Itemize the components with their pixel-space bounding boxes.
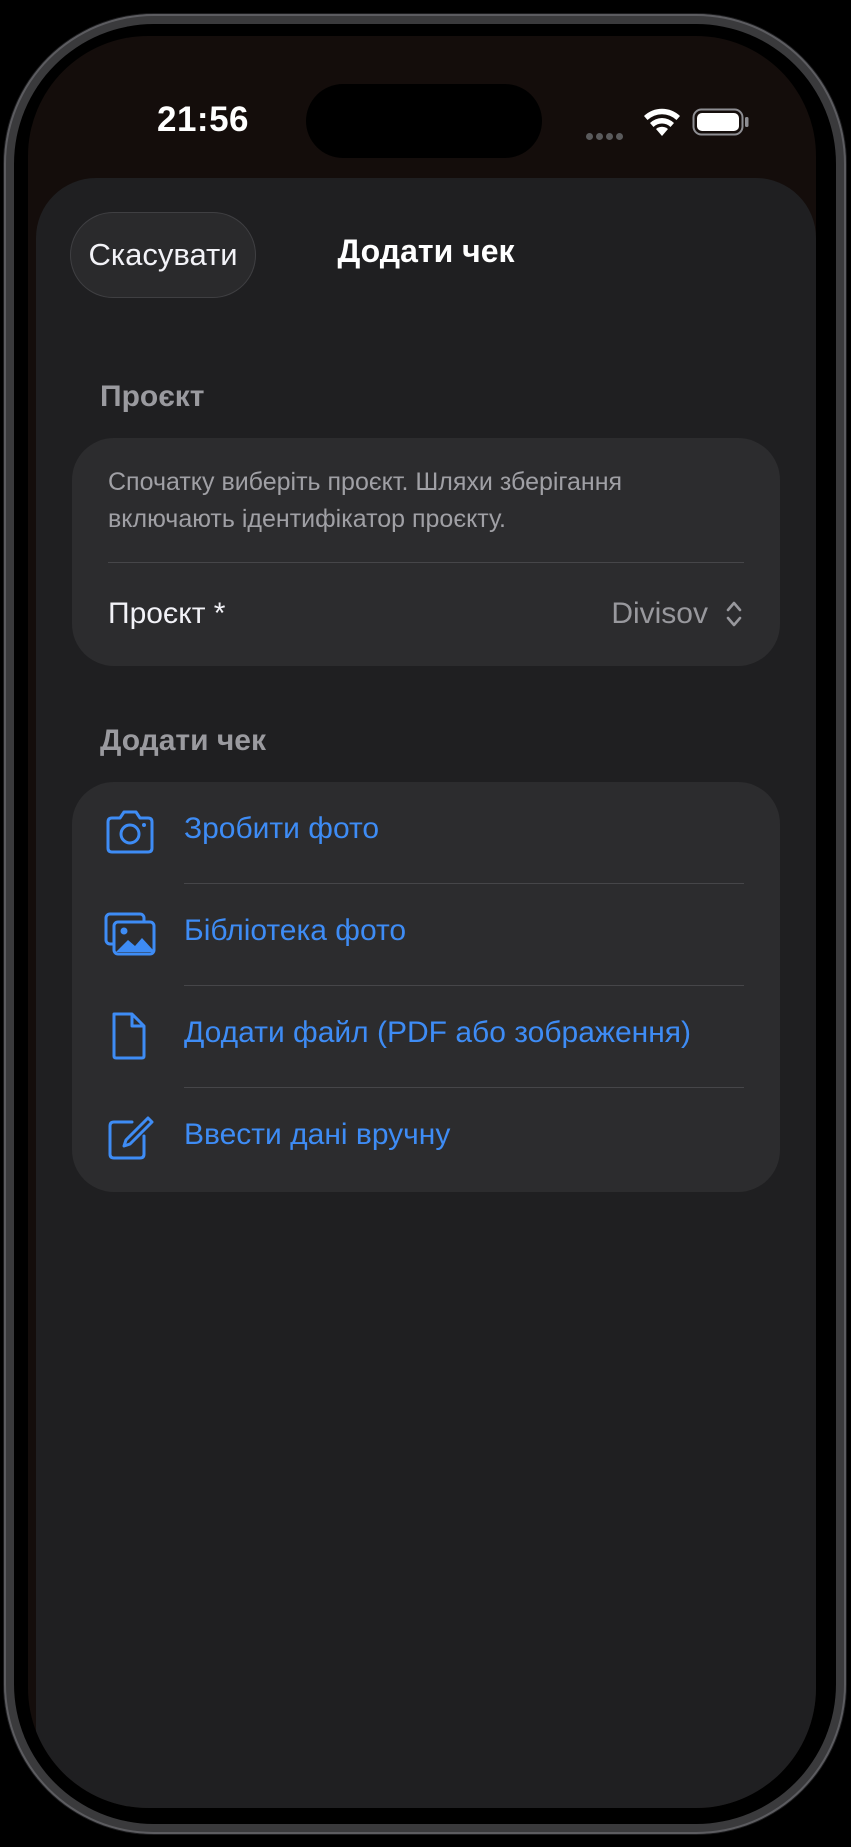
project-section-header: Проєкт	[100, 380, 205, 413]
camera-icon	[106, 810, 154, 854]
manual-entry-label: Ввести дані вручну	[184, 1118, 451, 1151]
photo-library-button[interactable]: Бібліотека фото	[72, 884, 780, 986]
take-photo-label: Зробити фото	[184, 812, 380, 845]
status-time: 21:56	[156, 100, 250, 139]
screen: 21:56 Скасувати Додати чек Проєкт Спочат…	[28, 36, 816, 1808]
project-field-value[interactable]: Divisov	[611, 597, 708, 631]
project-field-label: Проєкт *	[108, 597, 226, 630]
receipt-section-header: Додати чек	[100, 724, 266, 757]
cancel-button[interactable]: Скасувати	[70, 212, 256, 298]
photo-library-label: Бібліотека фото	[184, 914, 407, 947]
add-file-button[interactable]: Додати файл (PDF або зображення)	[72, 986, 780, 1088]
take-photo-button[interactable]: Зробити фото	[72, 782, 780, 884]
compose-icon	[108, 1116, 154, 1160]
receipt-actions-card: Зробити фото Бібліотека фото Додати файл…	[72, 782, 780, 1192]
chevron-up-down-icon	[726, 601, 742, 627]
add-file-label: Додати файл (PDF або зображення)	[184, 1016, 691, 1049]
add-receipt-sheet: Скасувати Додати чек Проєкт Спочатку виб…	[36, 178, 816, 1808]
battery-icon	[692, 108, 749, 136]
photo-library-icon	[104, 912, 156, 956]
manual-entry-button[interactable]: Ввести дані вручну	[72, 1088, 780, 1190]
wifi-icon	[644, 108, 680, 136]
project-picker-row[interactable]: Проєкт * Divisov	[72, 563, 780, 666]
status-bar: 21:56	[28, 36, 816, 186]
project-description: Спочатку виберіть проєкт. Шляхи зберіган…	[108, 468, 623, 533]
document-icon	[112, 1012, 146, 1060]
page-title: Додати чек	[337, 233, 515, 269]
project-card: Спочатку виберіть проєкт. Шляхи зберіган…	[72, 438, 780, 666]
cellular-signal-icon	[586, 127, 630, 140]
dynamic-island	[306, 84, 542, 158]
